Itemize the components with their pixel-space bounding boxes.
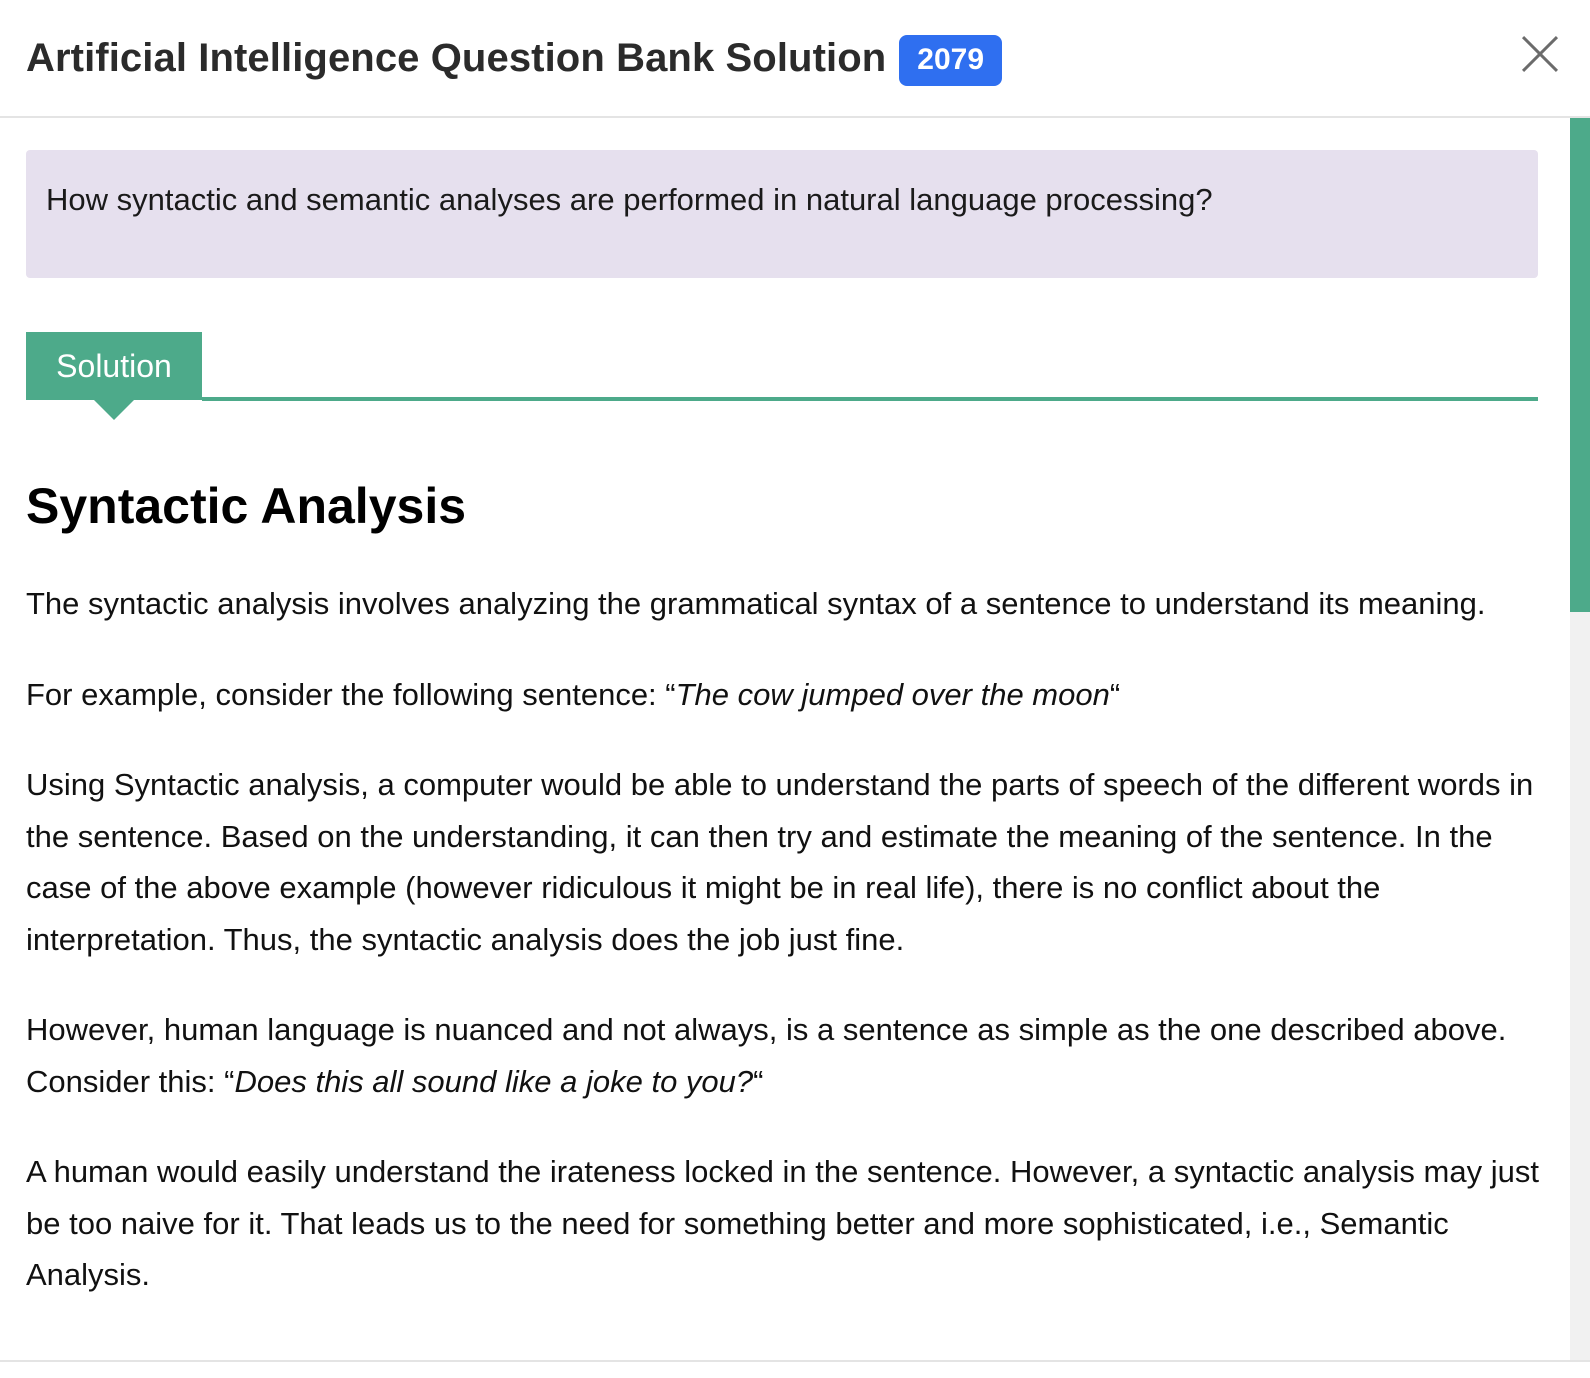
paragraph-text: “ xyxy=(1109,676,1121,712)
question-box: How syntactic and semantic analyses are … xyxy=(26,150,1538,278)
close-icon[interactable] xyxy=(1520,34,1560,74)
divider xyxy=(0,1360,1590,1362)
paragraph: A human would easily understand the irat… xyxy=(26,1154,1539,1292)
paragraph: Using Syntactic analysis, a computer wou… xyxy=(26,767,1534,957)
paragraph: The syntactic analysis involves analyzin… xyxy=(26,586,1486,621)
modal-title: Artificial Intelligence Question Bank So… xyxy=(26,35,887,80)
example-quote: The cow jumped over the moon xyxy=(675,676,1110,712)
paragraph-text: For example, consider the following sent… xyxy=(26,676,676,712)
solution-modal: Artificial Intelligence Question Bank So… xyxy=(0,0,1590,1378)
tab-divider xyxy=(202,397,1538,401)
solution-tab-row: Solution xyxy=(26,332,1538,422)
question-text: How syntactic and semantic analyses are … xyxy=(46,182,1213,217)
section-heading: Syntactic Analysis xyxy=(26,478,467,534)
paragraph: However, human language is nuanced and n… xyxy=(26,1004,1546,1107)
scrollbar[interactable] xyxy=(1570,118,1590,1360)
paragraph: For example, consider the following sent… xyxy=(26,669,1546,721)
scrollbar-thumb[interactable] xyxy=(1570,118,1590,612)
year-badge: 2079 xyxy=(899,34,1003,86)
example-quote: Does this all sound like a joke to you? xyxy=(234,1063,754,1099)
modal-header: Artificial Intelligence Question Bank So… xyxy=(0,0,1590,118)
tab-solution[interactable]: Solution xyxy=(26,332,202,420)
paragraph-text: “ xyxy=(753,1063,764,1099)
modal-body[interactable]: How syntactic and semantic analyses are … xyxy=(0,118,1570,1360)
solution-content: Syntactic Analysis The syntactic analysi… xyxy=(26,476,1546,1340)
